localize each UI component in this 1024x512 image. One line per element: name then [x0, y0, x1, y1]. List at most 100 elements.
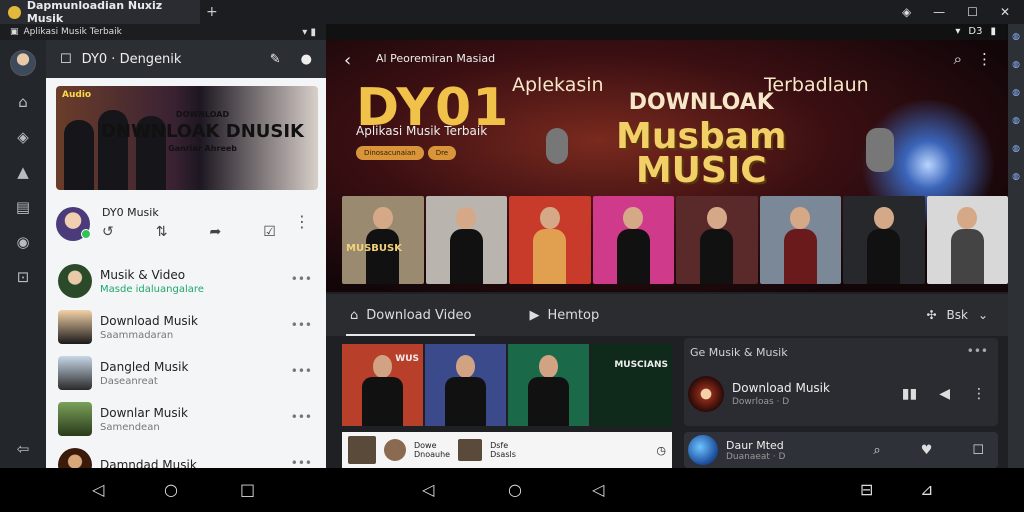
artist-card[interactable]: MUSBUSK	[342, 196, 424, 284]
video-card[interactable]: MUSCIANS	[591, 344, 672, 426]
download-icon[interactable]: ⊡	[17, 268, 30, 286]
skip-icon[interactable]: ⇅	[156, 224, 168, 240]
panel-menu-icon[interactable]: ☐	[60, 52, 72, 67]
tab-second[interactable]: ▶ Hemtop	[525, 294, 603, 336]
mini-avatar	[384, 439, 406, 461]
list-item[interactable]: Downlar Musik Samendean •••	[46, 396, 326, 442]
player-controls: ↺ ⇅ ➦ ☑	[102, 224, 276, 240]
artist-card[interactable]	[592, 196, 674, 284]
toolbar-icon[interactable]: ◍	[1012, 172, 1020, 182]
minimize-button[interactable]: —	[933, 5, 945, 19]
player-name: DY0 Musik	[102, 206, 159, 219]
back-nav-icon[interactable]: ◁	[592, 480, 604, 499]
library-icon[interactable]: ▲	[17, 163, 29, 181]
home-nav-icon[interactable]: ○	[508, 480, 522, 499]
comment-icon[interactable]: ☐	[972, 443, 984, 458]
equalizer-icon[interactable]: ▮▮	[902, 386, 917, 402]
like-icon[interactable]: ♥	[921, 443, 933, 458]
list-icon[interactable]: ▤	[16, 198, 30, 216]
hero-pill-primary[interactable]: Dinosacunaian	[356, 146, 424, 160]
artist-card[interactable]	[759, 196, 841, 284]
logout-icon[interactable]: ⇦	[17, 440, 30, 458]
rotate-icon[interactable]: ⊿	[920, 480, 933, 499]
volume-icon[interactable]: ◀	[939, 386, 950, 402]
track-menu-icon[interactable]: ⋮	[972, 386, 986, 402]
banner-title: DOWNLOAD DNWNLOAK DNUSIK Ganriar Ahreeb	[101, 110, 304, 153]
item-thumbnail	[58, 264, 92, 298]
video-card[interactable]	[425, 344, 506, 426]
toolbar-icon[interactable]: ◍	[1012, 60, 1020, 70]
home-icon[interactable]: ⌂	[18, 93, 28, 111]
tab-download-video[interactable]: ⌂ Download Video	[346, 294, 476, 336]
tab-label: Hemtop	[547, 307, 600, 323]
artist-card[interactable]	[676, 196, 758, 284]
new-tab-button[interactable]: +	[206, 4, 218, 20]
mail-icon[interactable]: ◉	[16, 233, 29, 251]
clock-icon[interactable]: ◷	[656, 444, 666, 457]
recents-nav-icon[interactable]: □	[240, 480, 255, 499]
breadcrumb: Al Peoremiran Masiad	[376, 52, 496, 65]
maximize-button[interactable]: ☐	[967, 5, 978, 19]
banner-tag: Audio	[62, 90, 92, 100]
toolbar-icon[interactable]: ◍	[1012, 116, 1020, 126]
item-thumbnail	[58, 356, 92, 390]
list-item[interactable]: Dangled Musik Daseanreat •••	[46, 350, 326, 396]
player-avatar	[56, 207, 91, 241]
menu-icon[interactable]: ⋮	[977, 50, 992, 68]
cast-icon[interactable]: ◈	[902, 5, 911, 19]
share-icon[interactable]: ➦	[209, 224, 221, 240]
more-icon[interactable]: •••	[291, 410, 312, 424]
replay-icon[interactable]: ↺	[102, 224, 114, 240]
item-title: Musik & Video	[100, 267, 186, 282]
hero-music-logo: DOWNLOAK Musbam MUSIC	[616, 90, 787, 191]
hero-left-word: Aplekasin	[512, 74, 604, 96]
artist-card[interactable]	[843, 196, 925, 284]
search-small-icon[interactable]: ⌕	[873, 443, 880, 458]
more-icon[interactable]: •••	[291, 272, 312, 286]
artist-card[interactable]	[926, 196, 1008, 284]
status-label: D3	[968, 26, 983, 37]
status-app-icon: ▣	[10, 27, 19, 37]
artist-card[interactable]	[425, 196, 507, 284]
card-header: Ge Musik & Musik	[690, 346, 788, 359]
featured-banner[interactable]: Audio DOWNLOAD DNWNLOAK DNUSIK Ganriar A…	[56, 86, 318, 190]
more-icon[interactable]: •••	[291, 364, 312, 378]
sort-select[interactable]: ✣ Bsk ⌄	[926, 308, 988, 322]
toolbar-icon[interactable]: ◍	[1012, 32, 1020, 42]
mini-list: Dowe Dnoauhe Dsfe Dsasls ◷	[342, 432, 672, 468]
card-more-icon[interactable]: •••	[967, 344, 988, 358]
hero-pill-secondary[interactable]: Dre	[427, 146, 457, 160]
toolbar-icon[interactable]: ◍	[1012, 144, 1020, 154]
item-title: Dangled Musik	[100, 359, 189, 374]
edit-note-icon[interactable]: ☑	[263, 224, 276, 240]
video-card[interactable]	[508, 344, 589, 426]
list-item[interactable]: Musik & Video Masde idaluangalare •••	[46, 258, 326, 304]
track-list: Musik & Video Masde idaluangalare ••• Do…	[46, 258, 326, 488]
toolbar-icon[interactable]: ◍	[1012, 88, 1020, 98]
home-nav-icon[interactable]: ○	[164, 480, 178, 499]
panel-header: ☐ DY0 · Dengenik ✎ ●	[46, 40, 326, 78]
explore-icon[interactable]: ◈	[17, 128, 29, 146]
edit-icon[interactable]: ✎	[270, 52, 281, 67]
mini-text-2[interactable]: Dsfe Dsasls	[490, 441, 516, 459]
library-panel: ☐ DY0 · Dengenik ✎ ● Audio DOWNLOAD DNWN…	[46, 40, 326, 482]
artist-card[interactable]	[509, 196, 591, 284]
close-button[interactable]: ✕	[1000, 5, 1010, 19]
music-card: Ge Musik & Musik ••• Download Musik Dowr…	[684, 338, 998, 426]
tab-title: Dapmunloadian Nuxiz Musik	[26, 0, 163, 25]
search-icon[interactable]: ⌕	[954, 50, 962, 68]
mini-text-1[interactable]: Dowe Dnoauhe	[414, 441, 450, 459]
video-card[interactable]: WUS	[342, 344, 423, 426]
browser-tab[interactable]: Dapmunloadian Nuxiz Musik	[0, 0, 200, 25]
avatar[interactable]	[10, 50, 36, 76]
back-nav-icon[interactable]: ◁	[92, 480, 104, 499]
track-row[interactable]: Download Musik Dowrloas · D ▮▮ ◀ ⋮	[688, 374, 994, 414]
more-options-icon[interactable]: ⋮	[294, 212, 310, 231]
back-icon[interactable]: ‹	[344, 50, 351, 71]
back-nav-icon[interactable]: ◁	[422, 480, 434, 499]
list-item[interactable]: Download Musik Saammadaran •••	[46, 304, 326, 350]
more-icon[interactable]: •••	[291, 318, 312, 332]
screenshot-icon[interactable]: ⊟	[860, 480, 873, 499]
track-row-2[interactable]: Daur Mted Duanaeat · D ⌕ ♥ ☐	[684, 432, 998, 468]
profile-icon[interactable]: ●	[301, 52, 312, 67]
